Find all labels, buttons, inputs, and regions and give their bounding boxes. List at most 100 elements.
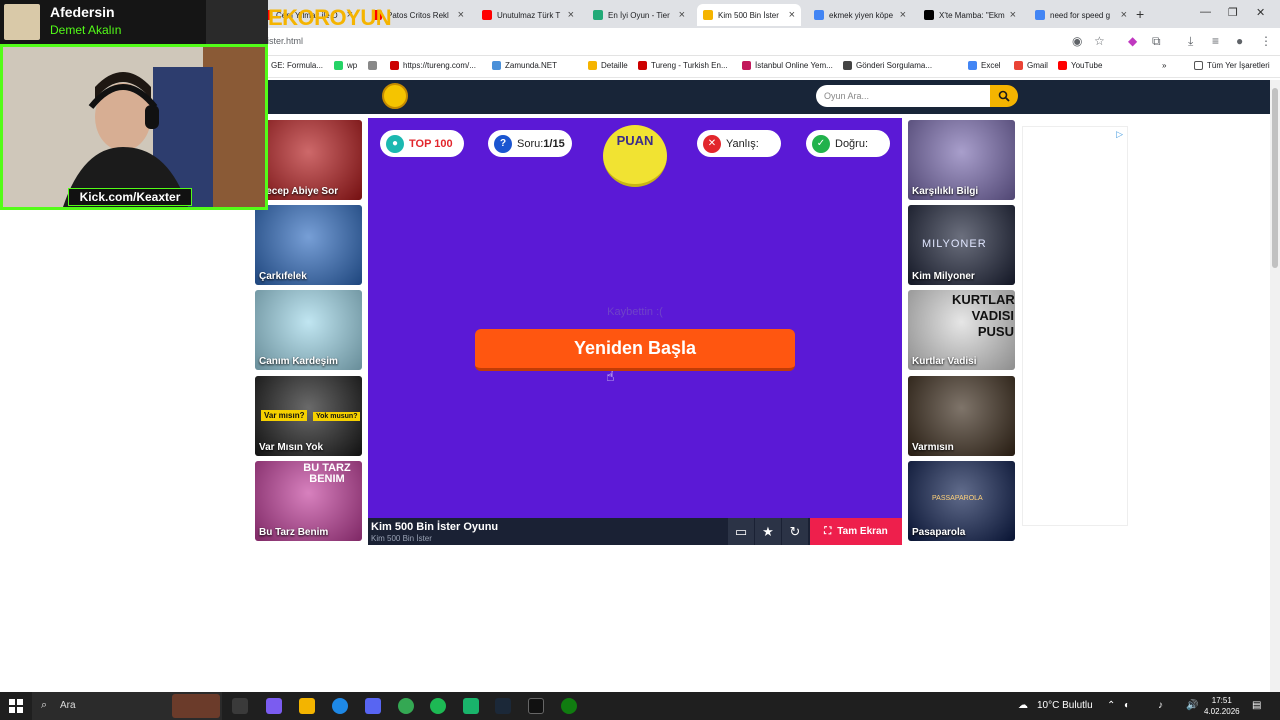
tab-label: need for speed g — [1050, 10, 1111, 20]
bookmark-favicon-icon — [843, 61, 852, 70]
webcam-feed — [0, 44, 268, 210]
close-window-icon[interactable]: ✕ — [1256, 6, 1265, 19]
spotify-icon[interactable] — [430, 698, 446, 714]
browser-tab[interactable]: En İyi Oyun - Tier × — [587, 4, 691, 26]
copilot-icon[interactable] — [266, 698, 282, 714]
game-frame: ● TOP 100 ? Soru: 1/15 PUAN ✕ Yanlış: ✓ D… — [368, 118, 902, 545]
tab-favicon-icon — [924, 10, 934, 20]
bookmark-item[interactable]: https://tureng.com/... — [390, 61, 476, 70]
bookmark-item[interactable]: Excel — [968, 61, 1001, 70]
check-icon: ✓ — [812, 134, 830, 153]
star-icon[interactable]: ☆ — [1094, 34, 1105, 48]
tab-close-icon[interactable]: × — [900, 9, 906, 21]
scrollbar-thumb[interactable] — [1272, 88, 1278, 268]
fullscreen-button[interactable]: ⛶ Tam Ekran — [810, 518, 902, 545]
reload-icon[interactable]: ↻ — [782, 518, 808, 545]
tab-close-icon[interactable]: × — [1010, 9, 1016, 21]
xbox-icon[interactable] — [561, 698, 577, 714]
comment-icon[interactable]: ▭ — [728, 518, 754, 545]
bookmark-item[interactable]: YouTube — [1058, 61, 1102, 70]
tab-close-icon[interactable]: × — [568, 9, 574, 21]
search-icon — [998, 90, 1010, 102]
discord-icon[interactable] — [365, 698, 381, 714]
wrong-counter: ✕ Yanlış: — [697, 130, 781, 157]
game-footer: Kim 500 Bin İster Oyunu Kim 500 Bin İste… — [368, 518, 902, 545]
expand-icon: ⛶ — [824, 526, 832, 537]
bookmark-item[interactable]: Gmail — [1014, 61, 1048, 70]
tab-label: En İyi Oyun - Tier — [608, 10, 670, 20]
game-card[interactable]: Bu Tarz Benim BU TARZ BENIM — [255, 461, 362, 541]
volume-icon[interactable]: ♪ — [1158, 700, 1163, 711]
game-card[interactable]: Çarkıfelek — [255, 205, 362, 285]
more-bookmarks-icon[interactable]: » — [1162, 61, 1166, 70]
network-icon[interactable]: ◐ — [1124, 700, 1130, 711]
windows-start-icon[interactable] — [9, 699, 23, 713]
file-explorer-icon[interactable] — [299, 698, 315, 714]
bookmark-item[interactable]: Detaille — [588, 61, 628, 70]
tab-close-icon[interactable]: × — [458, 9, 464, 21]
bookmark-item[interactable]: Zamunda.NET — [492, 61, 557, 70]
edge-icon[interactable] — [332, 698, 348, 714]
bookmark-favicon-icon — [638, 61, 647, 70]
bookmark-item[interactable]: Tureng - Turkish En... — [638, 61, 728, 70]
question-icon: ? — [494, 134, 512, 153]
bookmark-item[interactable] — [368, 61, 381, 70]
restore-icon[interactable]: ❐ — [1228, 6, 1238, 19]
game-card[interactable]: Recep Abiye Sor — [255, 120, 362, 200]
game-card[interactable]: Pasaparola PASSAPAROLA — [908, 461, 1015, 541]
search-button[interactable] — [990, 85, 1018, 107]
browser-tab[interactable]: X'te Mamba: "Ekm × — [918, 4, 1022, 26]
ad-choices-icon[interactable]: ▷ — [1116, 129, 1123, 140]
browser-tab[interactable]: Unutulmaz Türk T × — [476, 4, 580, 26]
browser-tab[interactable]: Kim 500 Bin İster × — [697, 4, 801, 26]
site-logo[interactable]: EKOROYUN — [268, 5, 392, 31]
game-card[interactable]: Kim Milyoner MILYONER — [908, 205, 1015, 285]
thumbnail-text: Var mısın? — [261, 410, 308, 421]
top100-button[interactable]: ● TOP 100 — [380, 130, 464, 157]
restart-button[interactable]: Yeniden Başla — [475, 329, 795, 371]
puzzle-icon[interactable]: ⧉ — [1152, 34, 1161, 49]
ad-banner[interactable]: ▷ — [1022, 126, 1128, 526]
tab-close-icon[interactable]: × — [1121, 9, 1127, 21]
profile-avatar[interactable]: ● — [1236, 34, 1243, 48]
tab-close-icon[interactable]: × — [679, 9, 685, 21]
browser-tab[interactable]: ekmek yiyen köpe × — [808, 4, 912, 26]
folder-icon — [1194, 61, 1203, 70]
game-card[interactable]: Karşılıklı Bilgi — [908, 120, 1015, 200]
kick-app-icon[interactable] — [463, 698, 479, 714]
favorite-star-icon[interactable]: ★ — [755, 518, 781, 545]
menu-icon[interactable]: ⋮ — [1260, 34, 1272, 48]
browser-tab[interactable]: need for speed g × — [1029, 4, 1133, 26]
bookmark-item[interactable]: İstanbul Online Yem... — [742, 61, 833, 70]
taskbar-clock[interactable]: 17:51 4.02.2026 — [1204, 695, 1240, 717]
game-card[interactable]: Kurtlar Vadisi KURTLAR VADISI PUSU — [908, 290, 1015, 370]
download-icon[interactable]: ⤓ — [1188, 34, 1193, 49]
game-card[interactable]: Varmısın — [908, 376, 1015, 456]
tray-expand-icon[interactable]: ⌃ — [1107, 700, 1115, 711]
bookmark-item[interactable]: wp — [334, 61, 357, 70]
media-icon[interactable]: ≡ — [1212, 34, 1219, 48]
epic-games-icon[interactable] — [528, 698, 544, 714]
all-bookmarks-button[interactable]: Tüm Yer İşaretleri — [1194, 61, 1270, 70]
correct-counter: ✓ Doğru: — [806, 130, 890, 157]
task-view-icon[interactable] — [232, 698, 248, 714]
bookmark-favicon-icon — [334, 61, 343, 70]
steam-icon[interactable] — [495, 698, 511, 714]
new-tab-button[interactable]: + — [1136, 6, 1144, 22]
eye-off-icon[interactable]: ◉ — [1072, 34, 1082, 48]
game-card[interactable]: Var Mısın Yok Var mısın? Yok musun? — [255, 376, 362, 456]
minimize-icon[interactable]: — — [1200, 6, 1211, 18]
game-search-input[interactable]: Oyun Ara... — [816, 85, 990, 107]
game-card[interactable]: Canım Kardeşim — [255, 290, 362, 370]
tab-close-icon[interactable]: × — [789, 9, 795, 21]
bookmark-favicon-icon — [368, 61, 377, 70]
notification-icon[interactable]: ▤ — [1252, 700, 1261, 711]
game-card-title: Çarkıfelek — [259, 271, 307, 282]
weather-widget[interactable]: 10°C Bulutlu — [1037, 700, 1093, 711]
taskbar-search[interactable]: ⌕ Ara — [32, 692, 222, 720]
question-counter: ? Soru: 1/15 — [488, 130, 572, 157]
bookmark-item[interactable]: Gönderi Sorgulama... — [843, 61, 932, 70]
extension-icon[interactable]: ◆ — [1128, 34, 1137, 48]
chrome-icon[interactable] — [398, 698, 414, 714]
speaker-icon[interactable]: 🔊 — [1186, 700, 1198, 711]
